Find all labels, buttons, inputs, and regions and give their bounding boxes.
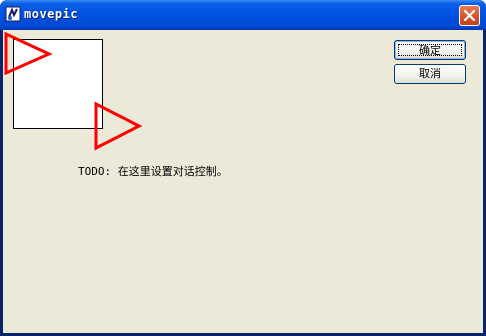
app-icon [5,6,21,22]
triangle-arrow-icon [94,101,143,151]
window-title: movepic [24,7,79,21]
title-bar[interactable]: movepic [0,0,486,30]
close-icon [463,9,476,22]
ok-button[interactable]: 确定 [394,40,466,60]
close-button[interactable] [459,5,480,26]
dialog-client-area: TODO: 在这里设置对话控制。 确定 取消 [3,30,483,333]
dialog-window: movepic TODO: 在这里设置对话控制。 确定 取消 [0,0,486,336]
ok-button-label: 确定 [398,44,462,57]
triangle-arrow-icon [4,31,53,76]
todo-label: TODO: 在这里设置对话控制。 [78,165,228,178]
cancel-button[interactable]: 取消 [394,64,466,84]
